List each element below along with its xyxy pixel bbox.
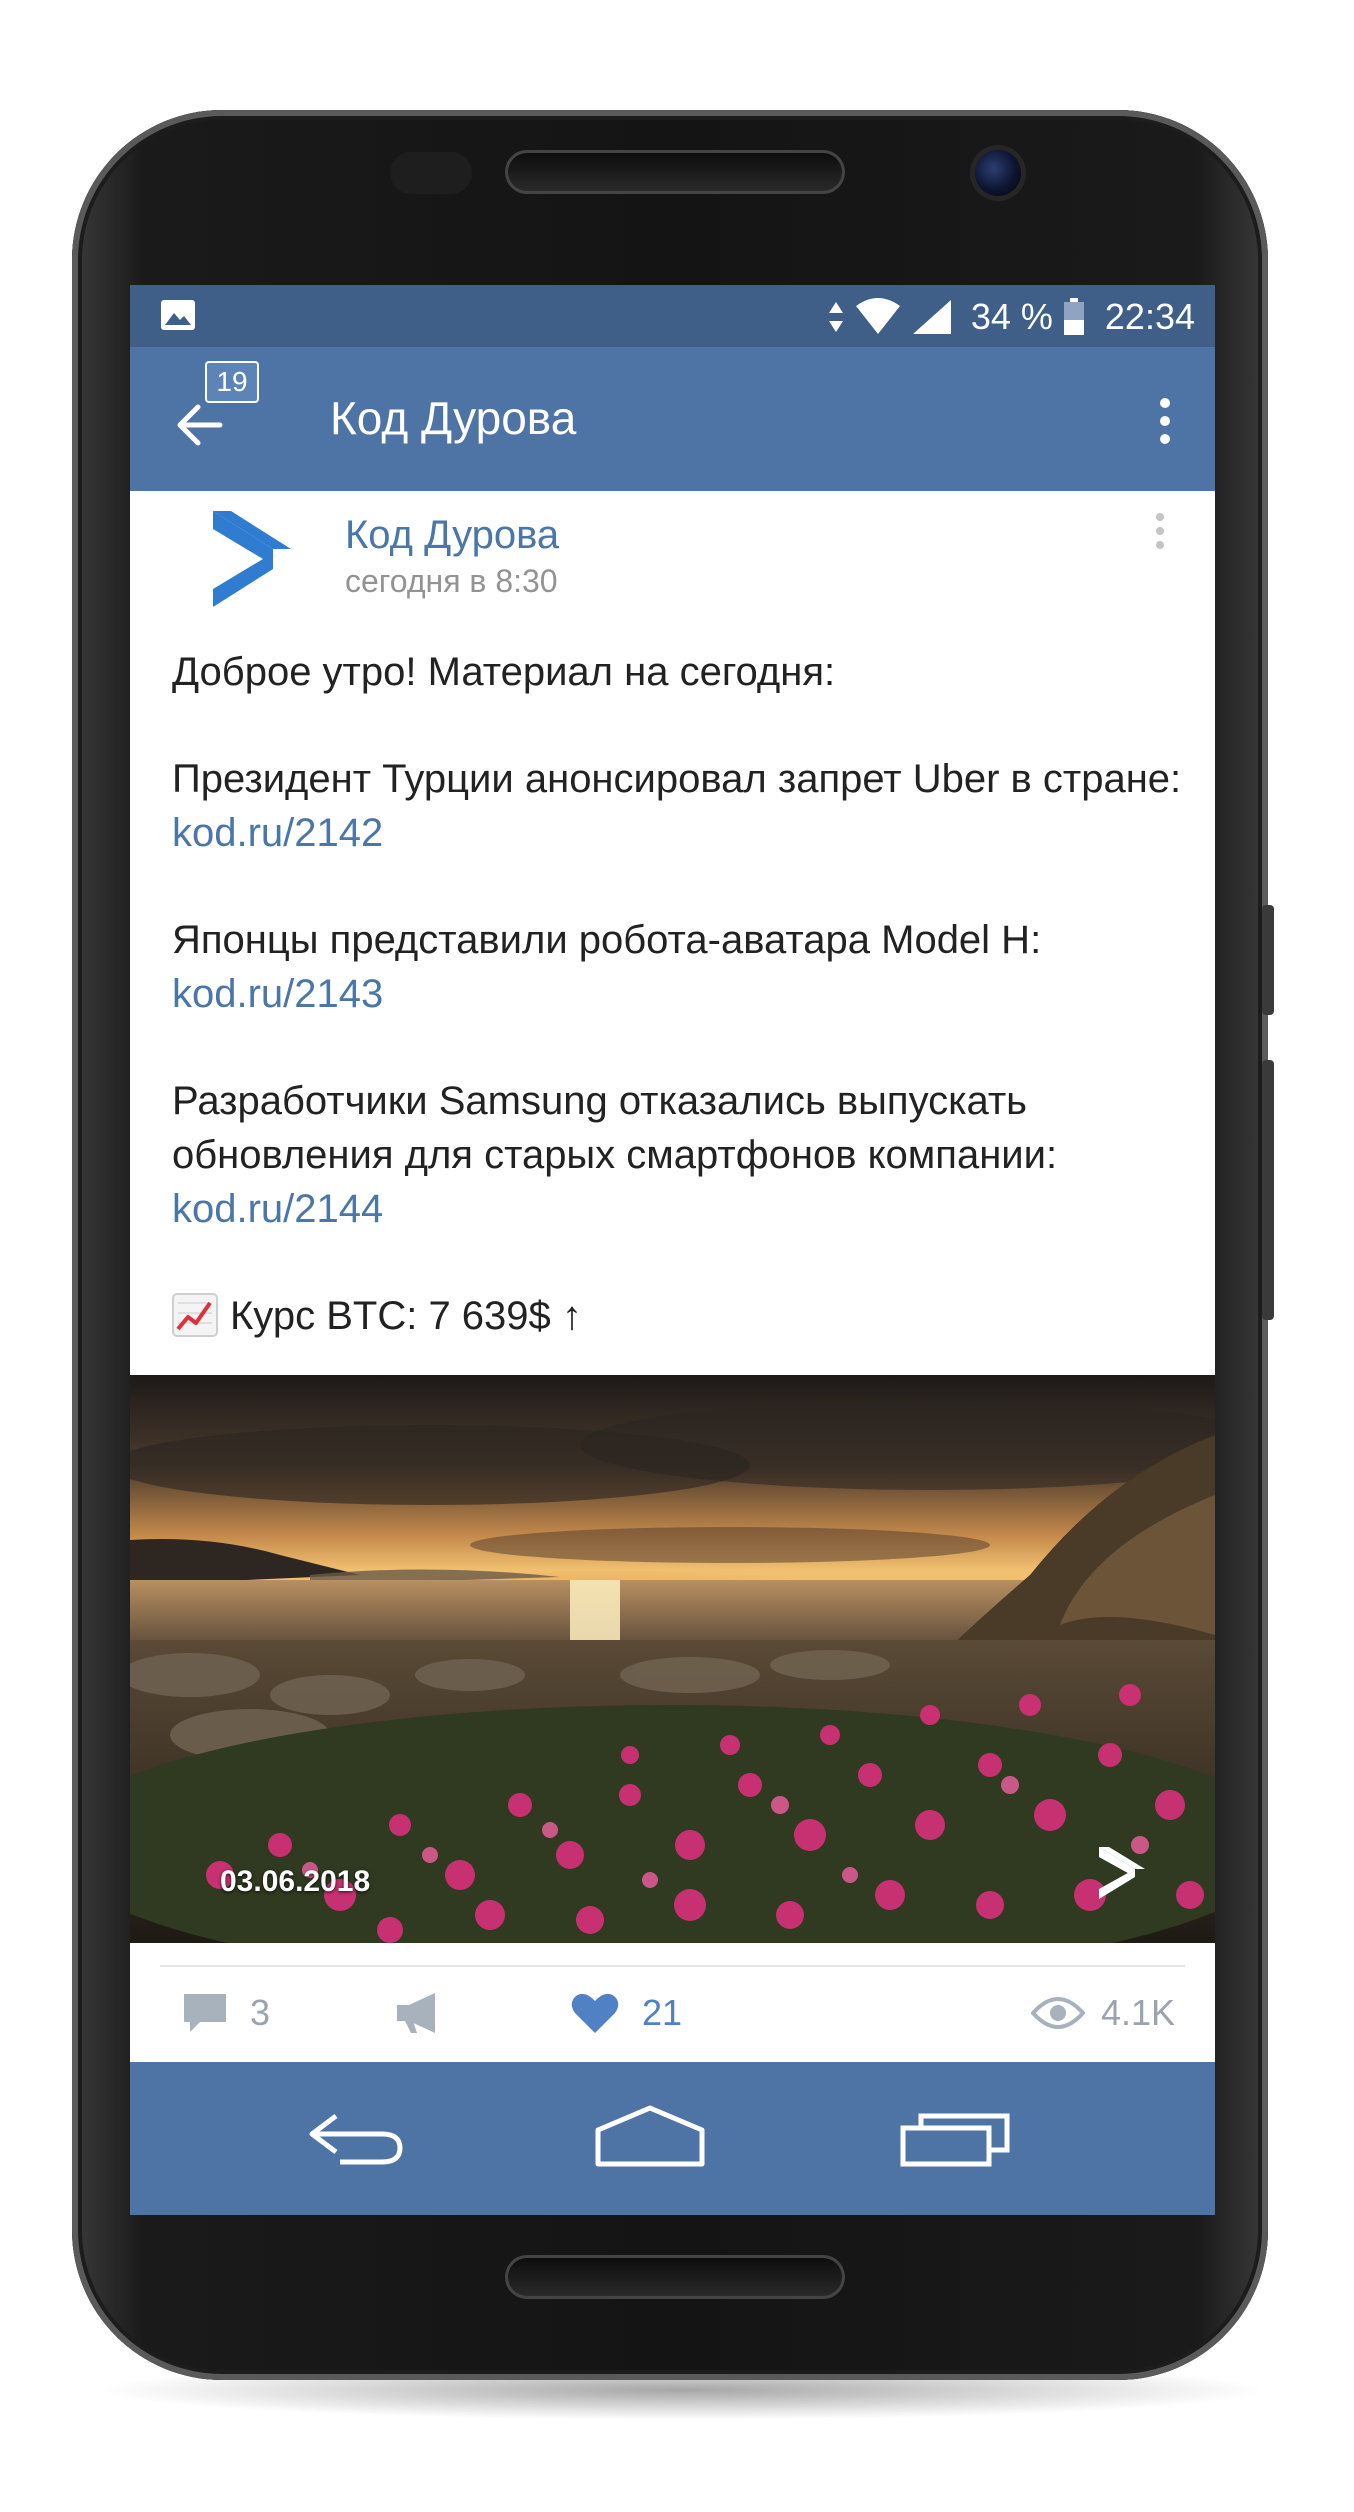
clock: 22:34 xyxy=(1104,296,1195,337)
nav-recents-icon[interactable] xyxy=(895,2102,1015,2172)
post-actions: 3 21 4.1K xyxy=(130,1975,1215,2055)
back-arrow-icon[interactable] xyxy=(170,395,240,455)
volume-button xyxy=(1262,905,1274,1015)
post-item: Японцы представили робота-аватара Model … xyxy=(172,918,1042,1016)
share-button[interactable] xyxy=(395,1983,443,2043)
post-more-icon[interactable] xyxy=(1145,507,1175,567)
navigation-bar xyxy=(130,2062,1215,2215)
battery-percent: 34 % xyxy=(970,296,1053,337)
likes-count: 21 xyxy=(642,1992,683,2033)
post-link[interactable]: kod.ru/2143 xyxy=(172,972,383,1016)
post-item: Президент Турции анонсировал запрет Uber… xyxy=(172,757,1182,855)
wifi-icon xyxy=(855,298,900,334)
unread-count-badge: 19 xyxy=(205,361,259,403)
post-intro: Доброе утро! Материал на сегодня: xyxy=(172,650,836,694)
comments-button[interactable]: 3 xyxy=(182,1983,270,2043)
comments-count: 3 xyxy=(250,1992,271,2033)
comment-icon xyxy=(184,1994,226,2032)
signal-icon xyxy=(912,300,951,334)
sunset-photo xyxy=(130,1375,1215,1943)
post-author[interactable]: Код Дурова xyxy=(345,513,559,558)
post-item: Разработчики Samsung отказались выпускат… xyxy=(172,1079,1058,1231)
screen: 34 % 22:34 19 Код Дурова Код Дурова сего… xyxy=(130,285,1215,2215)
post-photo[interactable]: 03.06.2018 xyxy=(130,1375,1215,1943)
post-link[interactable]: kod.ru/2144 xyxy=(172,1187,383,1231)
top-speaker xyxy=(505,150,845,194)
photo-date: 03.06.2018 xyxy=(220,1865,371,1898)
app-bar: 19 Код Дурова xyxy=(130,347,1215,491)
nav-home-icon[interactable] xyxy=(590,2102,710,2172)
megaphone-icon xyxy=(397,1993,435,2033)
nav-back-icon[interactable] xyxy=(300,2102,410,2172)
watermark-logo-icon xyxy=(1099,1847,1145,1899)
views-counter: 4.1K xyxy=(1030,1983,1175,2043)
avatar[interactable] xyxy=(205,509,305,609)
divider xyxy=(160,1965,1185,1967)
heart-icon xyxy=(571,1993,619,2033)
post-text: Доброе утро! Материал на сегодня: Презид… xyxy=(172,645,1182,1343)
battery-icon xyxy=(1063,298,1084,335)
post-timestamp: сегодня в 8:30 xyxy=(345,563,558,599)
front-camera xyxy=(975,150,1021,196)
like-button[interactable]: 21 xyxy=(570,1983,682,2043)
post-header: Код Дурова сегодня в 8:30 xyxy=(130,491,1215,611)
status-bar: 34 % 22:34 xyxy=(130,285,1215,347)
btc-rate: Курс BTC: 7 639$ ↑ xyxy=(172,1289,1182,1343)
more-vertical-icon[interactable] xyxy=(1145,391,1185,451)
status-indicators: 34 % 22:34 xyxy=(827,295,1195,339)
power-button xyxy=(1262,1060,1274,1320)
data-arrows-icon xyxy=(828,302,843,332)
page-title: Код Дурова xyxy=(330,392,577,444)
proximity-sensor xyxy=(390,152,472,194)
chart-increasing-icon xyxy=(172,1293,218,1337)
eye-icon xyxy=(1030,1997,1085,2029)
post-link[interactable]: kod.ru/2142 xyxy=(172,811,383,855)
gallery-icon xyxy=(161,300,195,330)
bottom-speaker xyxy=(505,2255,845,2299)
views-count: 4.1K xyxy=(1100,1992,1175,2033)
